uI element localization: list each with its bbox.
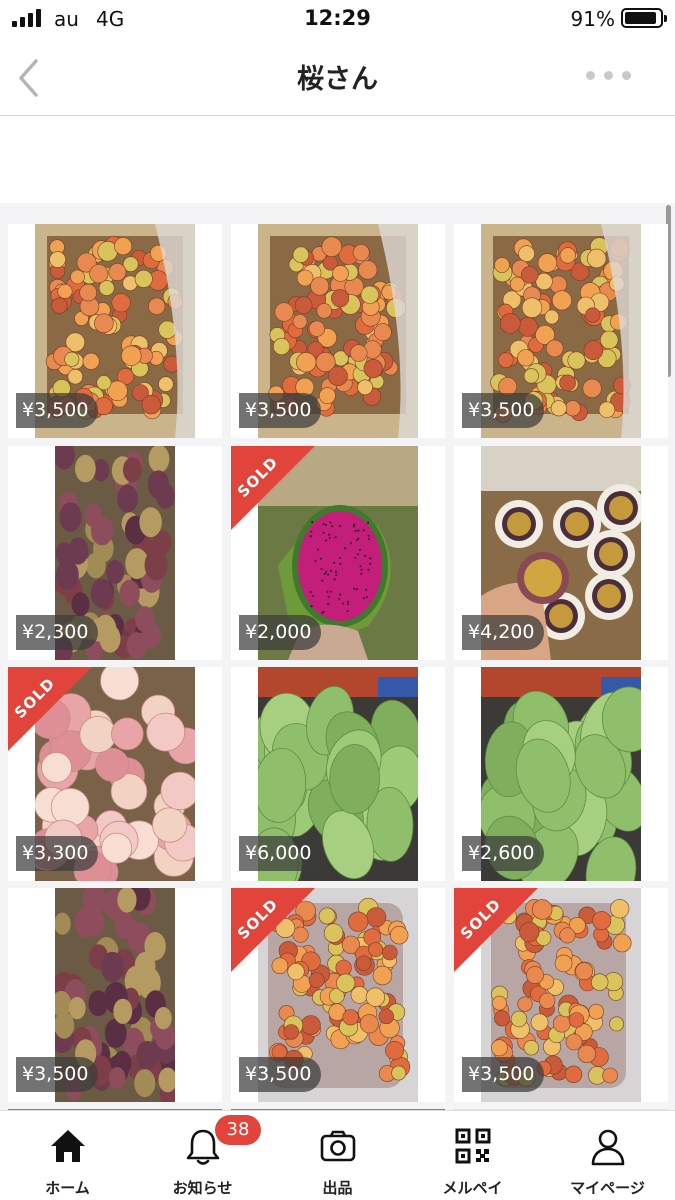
- sold-ribbon: SOLD: [454, 888, 538, 972]
- more-button[interactable]: [586, 71, 631, 80]
- navigation-bar: 桜さん: [0, 40, 675, 116]
- sold-ribbon: SOLD: [8, 667, 92, 751]
- tab-home[interactable]: ホーム: [0, 1111, 135, 1200]
- tab-notifications[interactable]: 38 お知らせ: [135, 1111, 270, 1200]
- tab-mypage[interactable]: マイページ: [540, 1111, 675, 1200]
- price-tag: ¥3,500: [16, 393, 99, 428]
- product-card[interactable]: SOLD ¥2,000: [231, 446, 445, 660]
- product-card[interactable]: ¥2,300: [8, 446, 222, 660]
- product-grid[interactable]: ¥3,500 ¥3,500 ¥3,500 ¥2,300 SOLD ¥2,000 ¥4,200…: [0, 203, 675, 1110]
- tab-label: マイページ: [570, 1179, 645, 1197]
- product-card[interactable]: ¥3,500: [8, 224, 222, 438]
- product-card[interactable]: SOLD ¥3,300: [8, 667, 222, 881]
- tab-sell[interactable]: 出品: [270, 1111, 405, 1200]
- product-card[interactable]: ¥6,000: [231, 667, 445, 881]
- price-tag: ¥3,500: [239, 393, 322, 428]
- product-card[interactable]: ¥3,500: [454, 224, 668, 438]
- tab-label: メルペイ: [442, 1179, 503, 1197]
- person-icon: [591, 1129, 625, 1166]
- price-tag: ¥3,500: [16, 1057, 99, 1092]
- product-card[interactable]: ¥3,500: [231, 224, 445, 438]
- more-dots-icon: [586, 71, 595, 80]
- price-tag: ¥6,000: [239, 836, 322, 871]
- price-tag: ¥3,500: [239, 1057, 322, 1092]
- status-bar: au 4G 12:29 91%: [0, 0, 675, 40]
- product-card[interactable]: ¥4,200: [454, 446, 668, 660]
- price-tag: ¥2,000: [239, 615, 322, 650]
- tab-merpay[interactable]: メルペイ: [405, 1111, 540, 1200]
- page-title: 桜さん: [297, 64, 378, 95]
- price-tag: ¥2,300: [16, 615, 99, 650]
- price-tag: ¥3,300: [16, 836, 99, 871]
- notification-badge: 38: [215, 1115, 261, 1145]
- home-icon: [51, 1130, 85, 1162]
- tab-label: ホーム: [45, 1179, 90, 1197]
- battery-icon: [621, 8, 667, 28]
- product-card[interactable]: ¥2,600: [454, 667, 668, 881]
- price-tag: ¥3,500: [462, 1057, 545, 1092]
- product-card[interactable]: ¥3,500: [8, 888, 222, 1102]
- header-spacer: [0, 117, 675, 203]
- tab-bar: ホーム 38 お知らせ 出品 メルペイ マイページ: [0, 1110, 675, 1200]
- sold-ribbon: SOLD: [231, 888, 315, 972]
- sold-ribbon: SOLD: [231, 446, 315, 530]
- battery-percentage: 91%: [570, 7, 615, 31]
- product-card[interactable]: SOLD ¥3,500: [454, 888, 668, 1102]
- tab-label: 出品: [322, 1179, 353, 1197]
- price-tag: ¥2,600: [462, 836, 545, 871]
- price-tag: ¥4,200: [462, 615, 545, 650]
- tab-label: お知らせ: [172, 1179, 233, 1197]
- product-card[interactable]: SOLD ¥3,500: [231, 888, 445, 1102]
- screen: au 4G 12:29 91% 桜さん ¥3,500 ¥3,500 ¥3,500 ¥2…: [0, 0, 675, 1200]
- qr-code-icon: [455, 1128, 491, 1164]
- price-tag: ¥3,500: [462, 393, 545, 428]
- camera-icon: [320, 1130, 356, 1162]
